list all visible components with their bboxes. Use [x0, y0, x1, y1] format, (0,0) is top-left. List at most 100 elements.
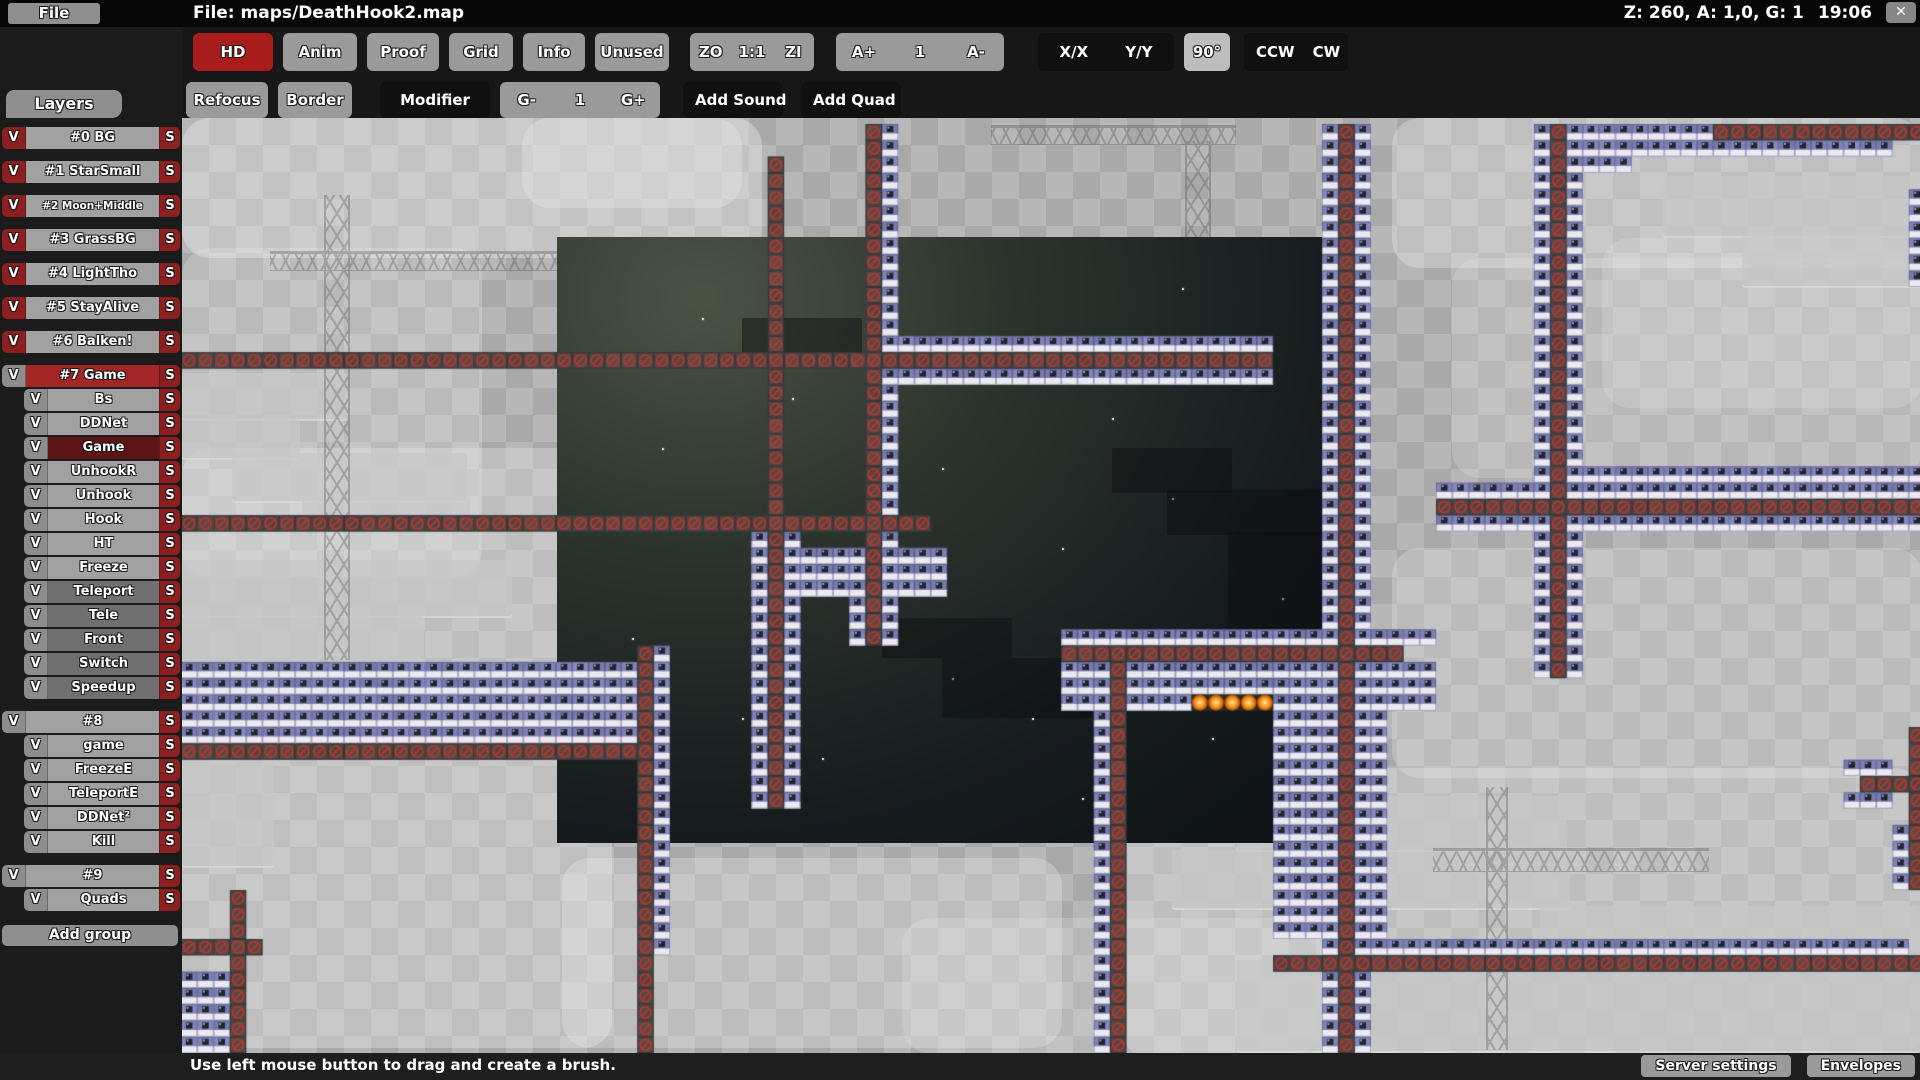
layer-name[interactable]: #7 Game	[26, 365, 159, 387]
layer-name[interactable]: #2 Moon+Middle	[26, 195, 159, 217]
layer-name[interactable]: game	[48, 735, 159, 757]
close-icon[interactable]: ✕	[1886, 2, 1916, 23]
flip-group[interactable]: X/X Y/Y	[1038, 33, 1174, 71]
layer-settings-button[interactable]: S	[159, 365, 180, 387]
visibility-toggle[interactable]: V	[24, 605, 48, 627]
visibility-toggle[interactable]: V	[24, 807, 48, 829]
visibility-toggle[interactable]: V	[24, 389, 48, 411]
layer-row-teleport[interactable]: VTeleportS	[2, 581, 180, 603]
layer-settings-button[interactable]: S	[159, 807, 180, 829]
add-sound-button-addsound[interactable]: Add Sound	[695, 91, 787, 109]
zoom-group-zi[interactable]: ZI	[773, 43, 814, 61]
layer-settings-button[interactable]: S	[159, 413, 180, 435]
layer-name[interactable]: Speedup	[48, 677, 159, 699]
group-row-7game[interactable]: V#7 GameS	[2, 365, 180, 387]
anim-toggle[interactable]: Anim	[283, 33, 357, 71]
add-group-button[interactable]: Add group	[2, 925, 178, 946]
layer-row-unhookr[interactable]: VUnhookRS	[2, 461, 180, 483]
visibility-toggle[interactable]: V	[2, 711, 26, 733]
layer-name[interactable]: Unhook	[48, 485, 159, 507]
layer-name[interactable]: #8	[26, 711, 159, 733]
layer-settings-button[interactable]: S	[159, 485, 180, 507]
group-row-8[interactable]: V#8S	[2, 711, 180, 733]
layer-row-hook[interactable]: VHookS	[2, 509, 180, 531]
server-settings-button[interactable]: Server settings	[1641, 1055, 1790, 1077]
tile-layers-canvas[interactable]	[182, 118, 1920, 1053]
layer-row-game[interactable]: VgameS	[2, 735, 180, 757]
visibility-toggle[interactable]: V	[24, 509, 48, 531]
rotate-group[interactable]: CCWCW	[1244, 33, 1348, 71]
layer-name[interactable]: FreezeE	[48, 759, 159, 781]
visibility-toggle[interactable]: V	[24, 831, 48, 853]
layer-settings-button[interactable]: S	[159, 653, 180, 675]
visibility-toggle[interactable]: V	[24, 581, 48, 603]
layer-settings-button[interactable]: S	[159, 127, 180, 149]
animation-speed-group[interactable]: A+1A-	[836, 33, 1004, 71]
grid-size-group[interactable]: G-1G+	[500, 82, 660, 118]
info-toggle[interactable]: Info	[523, 33, 585, 71]
visibility-toggle[interactable]: V	[2, 229, 26, 251]
layer-name[interactable]: #4 LightTho	[26, 263, 159, 285]
visibility-toggle[interactable]: V	[24, 437, 48, 459]
flip-group-yy[interactable]: Y/Y	[1125, 43, 1152, 61]
layer-row-front[interactable]: VFrontS	[2, 629, 180, 651]
group-row-1starsmall[interactable]: V#1 StarSmallS	[2, 161, 180, 183]
layer-name[interactable]: Game	[48, 437, 159, 459]
group-row-2moonmiddle[interactable]: V#2 Moon+MiddleS	[2, 195, 180, 217]
layer-settings-button[interactable]: S	[159, 297, 180, 319]
animation-speed-group-1[interactable]: 1	[892, 43, 948, 61]
layer-settings-button[interactable]: S	[159, 629, 180, 651]
visibility-toggle[interactable]: V	[24, 677, 48, 699]
layer-name[interactable]: Tele	[48, 605, 159, 627]
layer-row-freeze[interactable]: VFreezeS	[2, 557, 180, 579]
visibility-toggle[interactable]: V	[24, 533, 48, 555]
layer-name[interactable]: #1 StarSmall	[26, 161, 159, 183]
layer-row-unhook[interactable]: VUnhookS	[2, 485, 180, 507]
hd-toggle[interactable]: HD	[193, 33, 273, 71]
layer-row-speedup[interactable]: VSpeedupS	[2, 677, 180, 699]
layer-row-teleporte[interactable]: VTeleportES	[2, 783, 180, 805]
grid-toggle[interactable]: Grid	[449, 33, 513, 71]
layer-settings-button[interactable]: S	[159, 161, 180, 183]
flip-group-xx[interactable]: X/X	[1060, 43, 1089, 61]
modifier-button[interactable]: Modifier	[380, 82, 490, 118]
zoom-group-zo[interactable]: ZO	[690, 43, 731, 61]
visibility-toggle[interactable]: V	[24, 629, 48, 651]
layer-row-ddnet[interactable]: VDDNetS	[2, 413, 180, 435]
layer-name[interactable]: HT	[48, 533, 159, 555]
unused-toggle[interactable]: Unused	[595, 33, 669, 71]
layer-row-quads[interactable]: VQuadsS	[2, 889, 180, 911]
layer-settings-button[interactable]: S	[159, 677, 180, 699]
layer-settings-button[interactable]: S	[159, 509, 180, 531]
add-quad-button[interactable]: Add Quad	[801, 82, 901, 118]
layer-settings-button[interactable]: S	[159, 557, 180, 579]
add-sound-button[interactable]: Add Sound	[683, 82, 783, 118]
group-row-4lighttho[interactable]: V#4 LightThoS	[2, 263, 180, 285]
group-row-6balken[interactable]: V#6 Balken!S	[2, 331, 180, 353]
group-row-5stayalive[interactable]: V#5 StayAliveS	[2, 297, 180, 319]
visibility-toggle[interactable]: V	[24, 557, 48, 579]
layer-row-bs[interactable]: VBsS	[2, 389, 180, 411]
layer-row-game[interactable]: VGameS	[2, 437, 180, 459]
modifier-button-modifier[interactable]: Modifier	[400, 91, 470, 109]
layer-settings-button[interactable]: S	[159, 331, 180, 353]
layer-settings-button[interactable]: S	[159, 461, 180, 483]
visibility-toggle[interactable]: V	[2, 365, 26, 387]
layer-row-kill[interactable]: VKillS	[2, 831, 180, 853]
rotate-90-button[interactable]: 90°	[1184, 33, 1230, 71]
layer-settings-button[interactable]: S	[159, 783, 180, 805]
grid-size-group-g-[interactable]: G-	[500, 91, 553, 109]
visibility-toggle[interactable]: V	[24, 413, 48, 435]
layer-settings-button[interactable]: S	[159, 831, 180, 853]
layer-row-tele[interactable]: VTeleS	[2, 605, 180, 627]
visibility-toggle[interactable]: V	[24, 759, 48, 781]
layer-row-freezee[interactable]: VFreezeES	[2, 759, 180, 781]
layer-settings-button[interactable]: S	[159, 865, 180, 887]
layer-name[interactable]: #3 GrassBG	[26, 229, 159, 251]
refocus-button[interactable]: Refocus	[186, 82, 268, 118]
envelopes-button[interactable]: Envelopes	[1807, 1055, 1915, 1077]
grid-size-group-g+[interactable]: G+	[607, 91, 660, 109]
layer-name[interactable]: #9	[26, 865, 159, 887]
file-menu-button[interactable]: File	[8, 3, 100, 24]
visibility-toggle[interactable]: V	[24, 783, 48, 805]
